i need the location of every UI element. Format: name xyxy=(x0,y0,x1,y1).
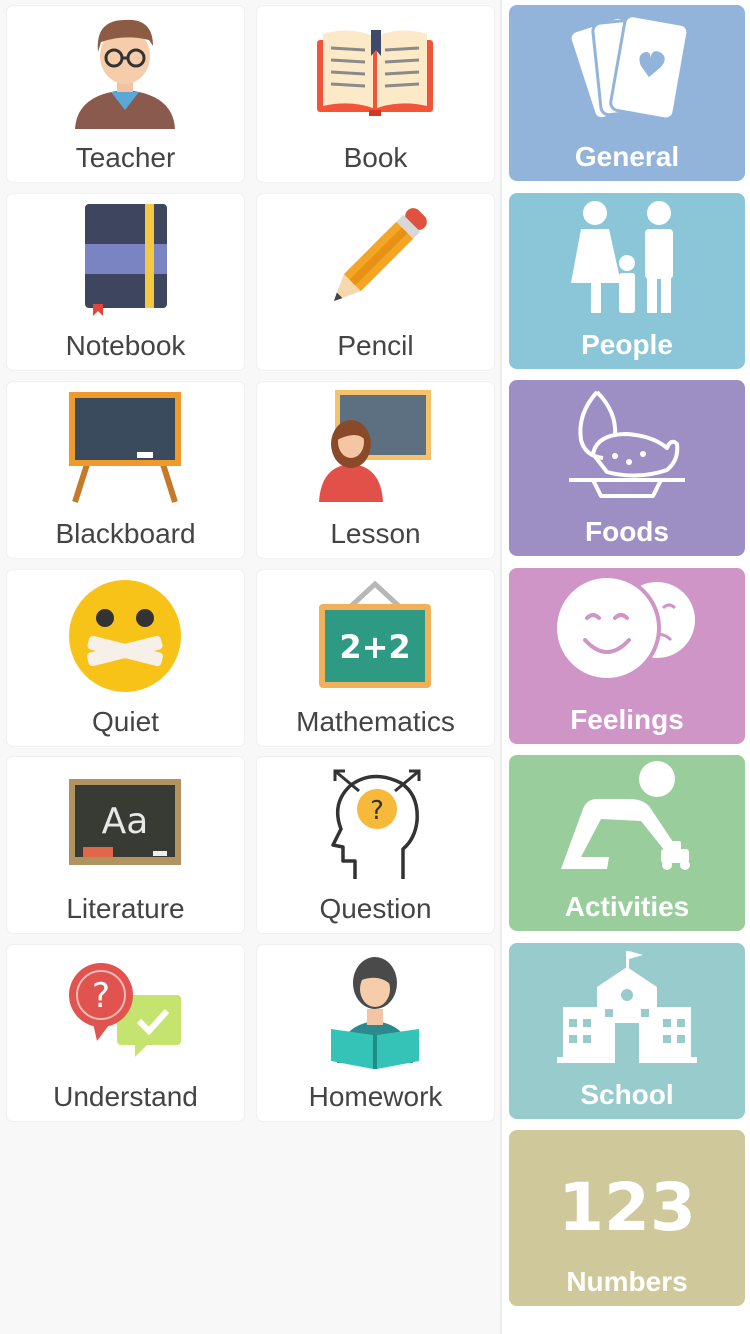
tile-label: Notebook xyxy=(65,330,186,361)
play-icon xyxy=(561,761,690,870)
tile-homework[interactable]: Homework xyxy=(257,945,494,1121)
teacher-icon xyxy=(75,19,175,129)
category-label: School xyxy=(580,1079,674,1110)
question-icon: ? xyxy=(331,769,421,879)
tile-question[interactable]: ? Question xyxy=(257,757,494,933)
board-text: Aa xyxy=(102,801,149,842)
category-label: Feelings xyxy=(570,704,684,735)
blackboard-icon xyxy=(69,392,181,503)
tile-lesson[interactable]: Lesson xyxy=(257,382,494,558)
question-mark: ? xyxy=(370,796,384,826)
tile-label: Question xyxy=(319,893,432,924)
tile-blackboard[interactable]: Blackboard xyxy=(7,382,244,558)
tile-teacher[interactable]: Teacher xyxy=(7,6,244,182)
tile-label: Quiet xyxy=(92,706,159,737)
category-people[interactable]: People xyxy=(509,193,745,369)
category-label: General xyxy=(574,141,680,172)
tile-quiet[interactable]: Quiet xyxy=(7,570,244,746)
quiet-icon xyxy=(69,580,181,692)
tile-pencil[interactable]: Pencil xyxy=(257,194,494,370)
school-icon xyxy=(557,951,697,1063)
category-foods[interactable]: Foods xyxy=(509,380,745,556)
family-icon xyxy=(571,201,673,313)
question-mark: ? xyxy=(92,976,110,1016)
tile-label: Blackboard xyxy=(55,518,196,549)
understand-icon: ? xyxy=(69,963,181,1057)
tile-understand[interactable]: ? Understand xyxy=(7,945,244,1121)
tile-label: Mathematics xyxy=(296,706,455,737)
lesson-icon xyxy=(319,390,431,502)
board-text: 2+2 xyxy=(339,628,410,666)
category-activities[interactable]: Activities xyxy=(509,755,745,931)
tile-label: Understand xyxy=(53,1081,198,1112)
category-sidebar: General People Foods Feelings Activities… xyxy=(502,0,750,1334)
mathematics-icon: 2+2 xyxy=(319,580,431,688)
tile-label: Homework xyxy=(308,1081,443,1112)
numbers-glyph: 123 xyxy=(558,1169,696,1246)
word-grid: Teacher Book Notebook Pencil Blackboard … xyxy=(0,0,500,1334)
tile-notebook[interactable]: Notebook xyxy=(7,194,244,370)
category-label: People xyxy=(581,329,673,360)
notebook-icon xyxy=(85,204,167,316)
tile-label: Book xyxy=(343,142,408,173)
category-general[interactable]: General xyxy=(509,5,745,181)
tile-label: Pencil xyxy=(337,330,414,361)
homework-icon xyxy=(331,957,419,1069)
food-icon xyxy=(569,390,685,498)
tile-label: Teacher xyxy=(75,142,176,173)
tile-book[interactable]: Book xyxy=(257,6,494,182)
numbers-icon: 123 xyxy=(558,1169,696,1246)
tile-label: Literature xyxy=(66,893,185,924)
literature-icon: Aa xyxy=(69,779,181,865)
cards-icon xyxy=(568,14,690,121)
pencil-icon xyxy=(333,208,427,302)
category-label: Foods xyxy=(585,516,669,547)
tile-label: Lesson xyxy=(330,518,421,549)
category-numbers[interactable]: 123 Numbers xyxy=(509,1130,745,1306)
tile-literature[interactable]: Aa Literature xyxy=(7,757,244,933)
masks-icon xyxy=(557,574,695,682)
category-label: Activities xyxy=(564,891,690,922)
tile-mathematics[interactable]: 2+2 Mathematics xyxy=(257,570,494,746)
category-school[interactable]: School xyxy=(509,943,745,1119)
book-icon xyxy=(317,30,433,116)
category-feelings[interactable]: Feelings xyxy=(509,568,745,744)
category-label: Numbers xyxy=(566,1266,688,1297)
